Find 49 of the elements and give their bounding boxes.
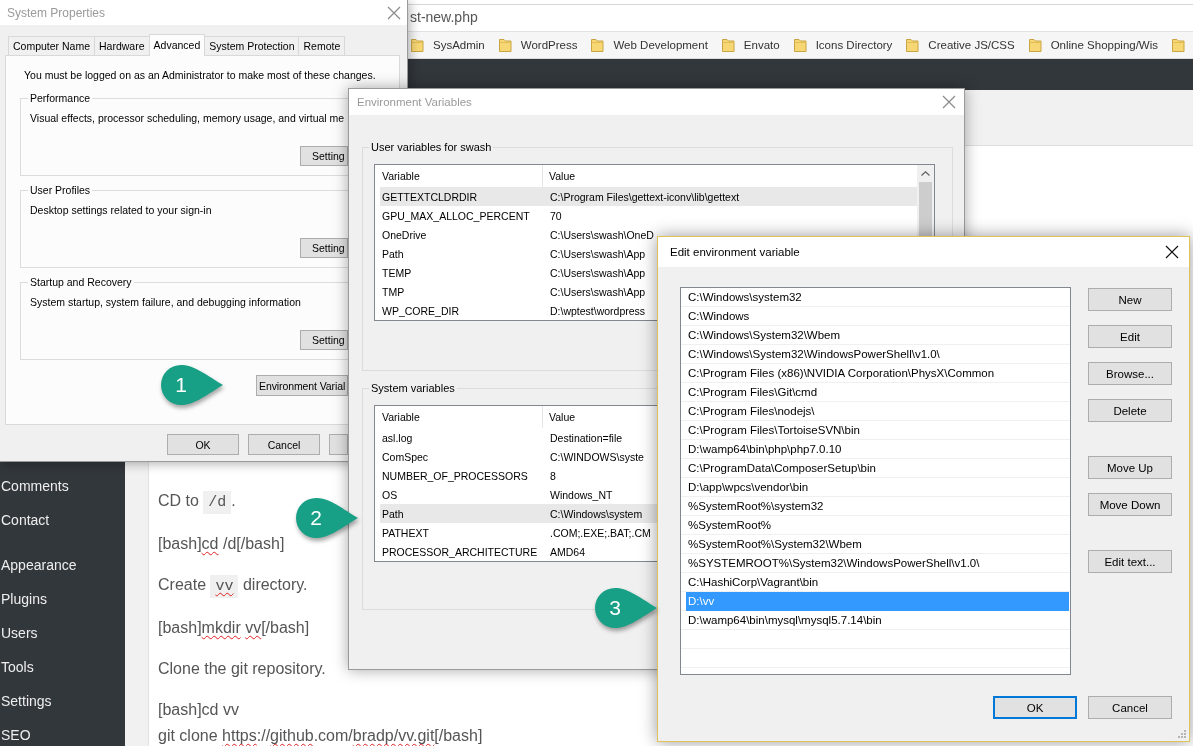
window-title: System Properties bbox=[7, 5, 106, 20]
variable-name: WP_CORE_DIR bbox=[382, 304, 459, 317]
variable-name: OS bbox=[382, 488, 398, 501]
variable-name: asl.log bbox=[382, 431, 413, 444]
step-callout: 3 bbox=[594, 587, 658, 629]
variable-value: C:\Program Files\gettext-iconv\lib\gettext bbox=[550, 190, 740, 203]
variable-name: TMP bbox=[382, 285, 405, 298]
group-label: Performance bbox=[29, 91, 92, 105]
variable-value: C:\Users\swash\App bbox=[550, 247, 646, 260]
group-label: User Profiles bbox=[29, 183, 92, 197]
variable-value: AMD64 bbox=[550, 545, 585, 558]
group-label: User variables for swash bbox=[370, 140, 493, 154]
variable-name: GETTEXTCLDRDIR bbox=[382, 190, 478, 203]
paragraph-text: CD to /d . bbox=[158, 488, 236, 516]
variable-value: C:\Users\swash\OneD bbox=[550, 228, 654, 241]
variable-value: Destination=file bbox=[550, 431, 623, 444]
paragraph-text: [bash]cd vv git clone https://github.com/bradp/vv.git[/bash] bbox=[158, 700, 483, 746]
variable-value: C:\Windows\system bbox=[550, 507, 643, 520]
variable-name: PATHEXT bbox=[382, 526, 429, 539]
variable-value: C:\Users\swash\App bbox=[550, 285, 646, 298]
step-callout: 2 bbox=[295, 497, 359, 539]
variable-name: ComSpec bbox=[382, 450, 429, 463]
variable-value: 70 bbox=[550, 209, 562, 222]
paragraph-text: [bash]cd /d[/bash] bbox=[158, 534, 285, 554]
notice-text: You must be logged on as an Administrator to make most of these changes. bbox=[24, 68, 376, 82]
window-title: Edit environment variable bbox=[670, 246, 800, 258]
group-label: System variables bbox=[370, 381, 456, 395]
variable-name: Path bbox=[382, 507, 404, 520]
variable-value: .COM;.EXE;.BAT;.CM bbox=[550, 526, 651, 539]
group-description: Visual effects, processor scheduling, memory usage, and virtual me bbox=[30, 111, 345, 125]
variable-name: NUMBER_OF_PROCESSORS bbox=[382, 469, 528, 482]
variable-value: D:\wptest\wordpress bbox=[550, 304, 646, 317]
variable-name: PROCESSOR_ARCHITECTURE bbox=[382, 545, 538, 558]
variable-name: TEMP bbox=[382, 266, 412, 279]
variable-name: GPU_MAX_ALLOC_PERCENT bbox=[382, 209, 530, 222]
window-title: Environment Variables bbox=[357, 96, 472, 108]
step-callout: 1 bbox=[160, 364, 224, 406]
variable-value: C:\Users\swash\App bbox=[550, 266, 646, 279]
variable-value: C:\WINDOWS\syste bbox=[550, 450, 644, 463]
variable-value: Windows_NT bbox=[550, 488, 613, 501]
paragraph-text: Clone the git repository. bbox=[158, 659, 326, 679]
paragraph-text: Create vv directory. bbox=[158, 572, 308, 600]
group-description: Desktop settings related to your sign-in bbox=[30, 203, 212, 217]
group-label: Startup and Recovery bbox=[29, 275, 133, 289]
variable-name: OneDrive bbox=[382, 228, 427, 241]
paragraph-text: [bash]mkdir vv[/bash] bbox=[158, 618, 310, 638]
group-description: System startup, system failure, and debugging information bbox=[30, 295, 301, 309]
variable-value: 8 bbox=[550, 469, 556, 482]
variable-name: Path bbox=[382, 247, 404, 260]
